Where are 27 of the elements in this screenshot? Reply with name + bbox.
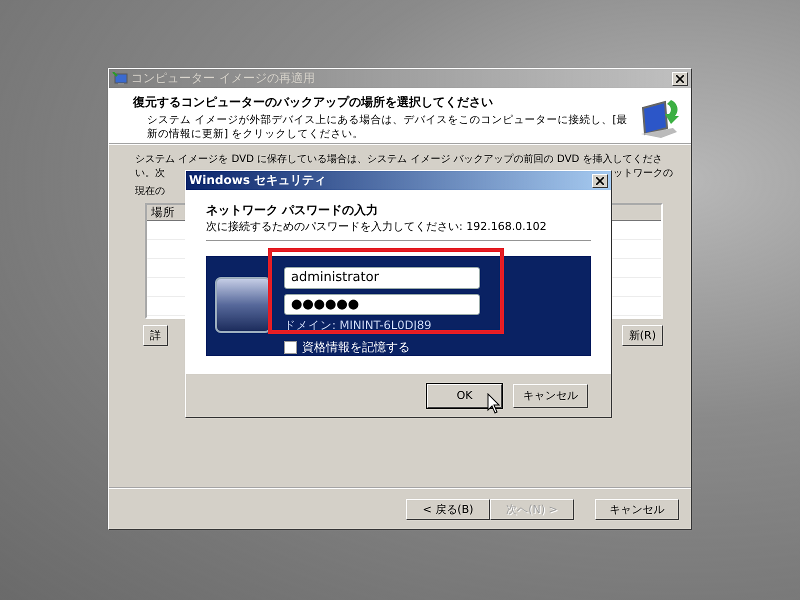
wizard-button[interactable]: キャンセル bbox=[595, 498, 679, 520]
window-title: コンピューター イメージの再適用 bbox=[131, 70, 316, 87]
location-label: 現在の bbox=[135, 185, 165, 199]
remember-checkbox[interactable] bbox=[284, 341, 297, 354]
dialog-button[interactable]: OK bbox=[427, 384, 502, 408]
dialog-button[interactable]: キャンセル bbox=[513, 384, 588, 408]
refresh-button[interactable]: 新(R) bbox=[622, 325, 663, 346]
details-button[interactable]: 詳 bbox=[143, 325, 168, 346]
close-icon bbox=[676, 74, 684, 82]
remember-label: 資格情報を記憶する bbox=[302, 339, 410, 356]
wizard-description: システム イメージが外部デバイス上にある場合は、デバイスをこのコンピューターに接続し、[最新の情報に更新] をクリックしてください。 bbox=[146, 113, 628, 141]
dialog-subtitle: 次に接続するためのパスワードを入力してください: 192.168.0.102 bbox=[206, 219, 548, 234]
close-icon bbox=[596, 176, 604, 184]
close-button[interactable] bbox=[672, 72, 688, 86]
mouse-pointer-icon bbox=[487, 393, 500, 414]
dialog-title: Windows セキュリティ bbox=[189, 172, 326, 189]
dialog-heading: ネットワーク パスワードの入力 bbox=[206, 202, 380, 219]
instruction-text: ットワークの bbox=[613, 167, 673, 181]
monitor-icon bbox=[112, 72, 128, 86]
wizard-heading: 復元するコンピューターのバックアップの場所を選択してください bbox=[133, 94, 494, 111]
password-field[interactable]: ●●●●●● bbox=[284, 294, 480, 315]
instruction-text: システム イメージを DVD に保存している場合は、システム イメージ バックアップの前回の DVD を挿入してくださ bbox=[135, 153, 663, 167]
close-button[interactable] bbox=[592, 174, 608, 188]
domain-label: ドメイン: MININT-6L0DJ89 bbox=[284, 318, 432, 333]
instruction-text: い。次 bbox=[135, 167, 165, 181]
wizard-button[interactable]: < 戻る(B) bbox=[406, 498, 490, 520]
username-field[interactable]: administrator bbox=[284, 267, 480, 288]
